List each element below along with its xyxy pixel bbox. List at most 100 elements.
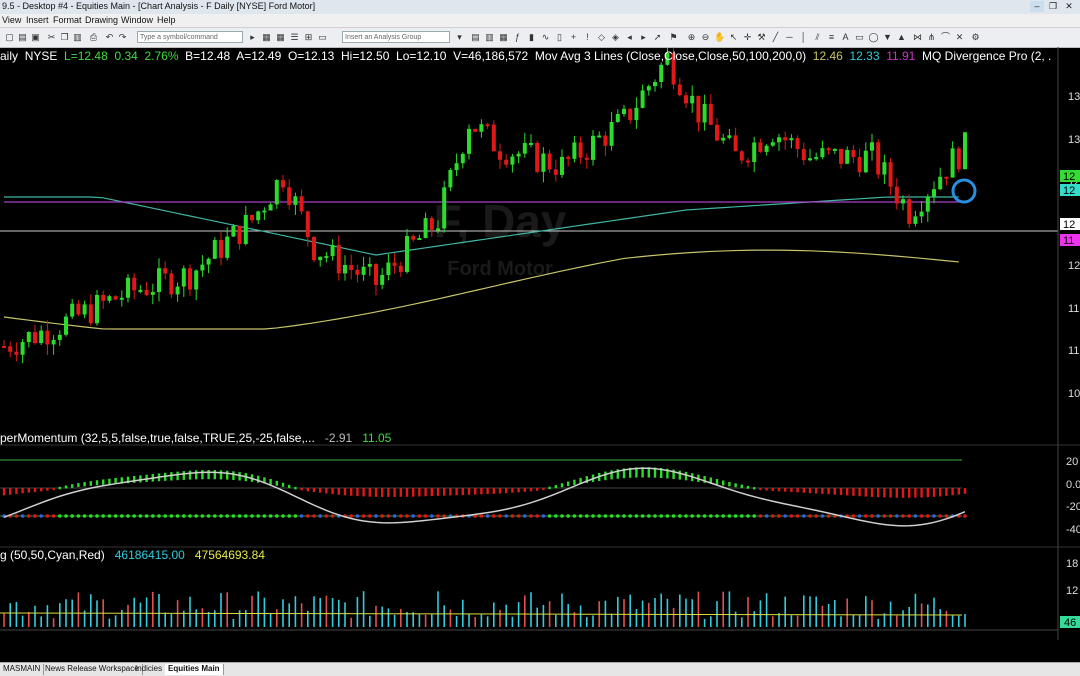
delete-icon[interactable]: ✕: [954, 31, 965, 43]
menu-format[interactable]: Format: [53, 15, 82, 25]
paste-icon[interactable]: ▥: [72, 31, 83, 43]
hline-icon[interactable]: ─: [784, 31, 795, 43]
momentum-dot: [430, 514, 434, 518]
zoom-in-icon[interactable]: ⊕: [686, 31, 697, 43]
table-icon[interactable]: ▦: [498, 31, 509, 43]
symbol-input[interactable]: Type a symbol/command: [137, 31, 243, 43]
momentum-bar: [715, 478, 719, 485]
candle-body: [411, 236, 416, 240]
candle-body: [684, 95, 688, 104]
cycle-icon[interactable]: ⌒: [940, 31, 951, 43]
left-arrow-icon[interactable]: ◂: [624, 31, 635, 43]
gann-icon[interactable]: ⋈: [912, 31, 923, 43]
pitch-icon[interactable]: ⋔: [926, 31, 937, 43]
menu-help[interactable]: Help: [157, 15, 176, 25]
right-arrow-icon[interactable]: ▸: [638, 31, 649, 43]
analysis-group-input[interactable]: Insert an Analysis Group: [342, 31, 450, 43]
candle-body: [380, 274, 385, 285]
momentum-bar: [213, 470, 216, 480]
bookmark-icon[interactable]: ⚑: [668, 31, 679, 43]
menu-insert[interactable]: Insert: [26, 15, 49, 25]
text-icon[interactable]: ƒ: [512, 31, 523, 43]
menu-window[interactable]: Window: [121, 15, 153, 25]
momentum-value-1: -2.91: [324, 431, 353, 445]
object-icon[interactable]: ◇: [596, 31, 607, 43]
alert-icon[interactable]: !: [582, 31, 593, 43]
line-chart-icon[interactable]: ∿: [540, 31, 551, 43]
arrow-icon[interactable]: ➚: [652, 31, 663, 43]
momentum-bar: [102, 479, 105, 485]
plus-icon[interactable]: +: [568, 31, 579, 43]
momentum-dot: [752, 514, 756, 518]
cursor-icon[interactable]: ↖: [728, 31, 739, 43]
momentum-bar: [505, 488, 508, 494]
new-icon[interactable]: ▢: [4, 31, 15, 43]
momentum-dot: [349, 514, 354, 518]
zoom-out-icon[interactable]: ⊖: [700, 31, 711, 43]
title-bar: 9.5 - Desktop #4 - Equities Main - [Char…: [0, 0, 1080, 15]
restore-button[interactable]: ❐: [1046, 1, 1060, 12]
tools-icon[interactable]: ⚒: [756, 31, 767, 43]
text-tool-icon[interactable]: A: [840, 31, 851, 43]
momentum-dot: [275, 514, 279, 518]
format-icon[interactable]: ◈: [610, 31, 621, 43]
dropdown-icon[interactable]: ▾: [454, 31, 465, 43]
ellipse-icon[interactable]: ◯: [868, 31, 879, 43]
momentum-bar: [405, 488, 409, 497]
redo-icon[interactable]: ↷: [117, 31, 128, 43]
tile-icon[interactable]: ▤: [470, 31, 481, 43]
momentum-bar: [21, 488, 24, 494]
tab-indicies[interactable]: Indicies: [132, 664, 167, 675]
list-icon[interactable]: ☰: [289, 31, 300, 43]
window-icon[interactable]: ▭: [317, 31, 328, 43]
candle-body: [405, 236, 409, 272]
chart-icon[interactable]: ▦: [261, 31, 272, 43]
menu-view[interactable]: View: [2, 15, 21, 25]
arrow-down-icon[interactable]: ▼: [882, 31, 893, 43]
scan-icon[interactable]: ⊞: [303, 31, 314, 43]
minimize-button[interactable]: –: [1030, 1, 1044, 12]
candle-body: [57, 334, 62, 340]
save-icon[interactable]: ▣: [30, 31, 41, 43]
close-button[interactable]: ✕: [1062, 1, 1076, 12]
candles-icon[interactable]: ▯: [554, 31, 565, 43]
momentum-dot: [498, 514, 502, 518]
momentum-dot: [926, 514, 930, 518]
grid-icon[interactable]: ▦: [275, 31, 286, 43]
hand-icon[interactable]: ✋: [714, 31, 725, 43]
momentum-bar: [808, 488, 812, 494]
print-icon[interactable]: ⎙: [88, 31, 99, 43]
stack-icon[interactable]: ▥: [484, 31, 495, 43]
fib-icon[interactable]: ≡: [826, 31, 837, 43]
settings-icon[interactable]: ⚙: [970, 31, 981, 43]
momentum-bar: [275, 480, 278, 486]
channel-icon[interactable]: ⫽: [812, 31, 823, 43]
cut-icon[interactable]: ✂: [46, 31, 57, 43]
rect-icon[interactable]: ▭: [854, 31, 865, 43]
tab-masmain[interactable]: MASMAIN: [0, 664, 45, 675]
momentum-dot: [262, 514, 267, 518]
study-name[interactable]: Mov Avg 3 Lines (Close,Close,Close,50,10…: [535, 49, 806, 63]
volume-study-label[interactable]: g (50,50,Cyan,Red): [0, 548, 105, 562]
undo-icon[interactable]: ↶: [104, 31, 115, 43]
momentum-bar: [858, 488, 861, 497]
copy-icon[interactable]: ❐: [59, 31, 70, 43]
open-icon[interactable]: ▤: [17, 31, 28, 43]
go-icon[interactable]: ▸: [247, 31, 258, 43]
momentum-dot: [870, 514, 874, 518]
divergence-study[interactable]: MQ Divergence Pro (2, .: [922, 49, 1051, 63]
arrow-up-icon[interactable]: ▲: [896, 31, 907, 43]
momentum-bar: [486, 488, 489, 495]
crosshair-icon[interactable]: ✛: [742, 31, 753, 43]
tab-equities-main[interactable]: Equities Main: [165, 664, 224, 675]
vline-icon[interactable]: │: [798, 31, 809, 43]
menu-drawing[interactable]: Drawing: [85, 15, 118, 25]
momentum-dot: [678, 514, 682, 518]
trend-icon[interactable]: ╱: [770, 31, 781, 43]
candle-body: [764, 145, 769, 152]
momentum-bar: [474, 488, 477, 495]
momentum-bar: [951, 488, 954, 496]
tab-news-release[interactable]: News Release Workspace: [42, 664, 143, 675]
bar-icon[interactable]: ▮: [526, 31, 537, 43]
momentum-label[interactable]: perMomentum (32,5,5,false,true,false,TRU…: [0, 431, 315, 445]
